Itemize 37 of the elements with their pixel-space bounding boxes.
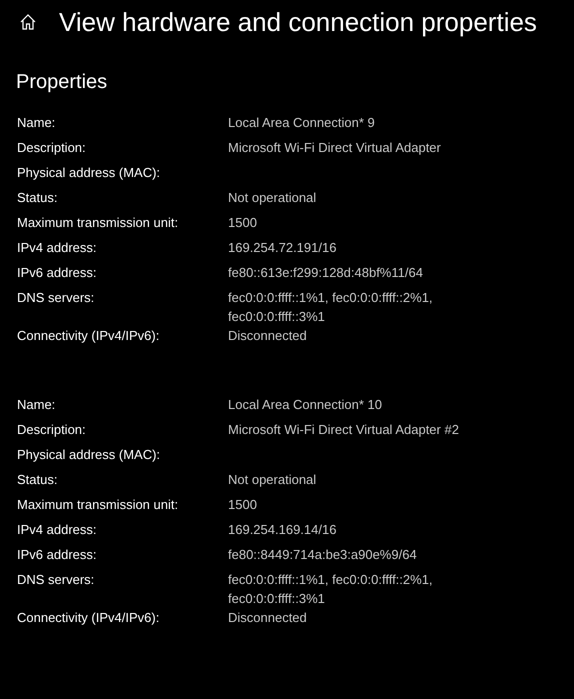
property-label: Physical address (MAC): xyxy=(17,446,162,464)
property-label: Name: xyxy=(17,396,56,414)
property-value: Not operational xyxy=(228,189,318,207)
property-value: Microsoft Wi-Fi Direct Virtual Adapter xyxy=(228,139,442,157)
property-label: Maximum transmission unit: xyxy=(17,496,180,514)
property-value: Microsoft Wi-Fi Direct Virtual Adapter #2 xyxy=(228,421,460,439)
property-label: Name: xyxy=(17,114,56,132)
property-value: 1500 xyxy=(228,214,258,232)
property-label: Connectivity (IPv4/IPv6): xyxy=(17,327,160,345)
property-label: IPv4 address: xyxy=(17,521,98,539)
property-value: Local Area Connection* 10 xyxy=(228,396,383,414)
property-value: Local Area Connection* 9 xyxy=(228,114,376,132)
property-value: Not operational xyxy=(228,471,318,489)
property-label: DNS servers: xyxy=(17,289,96,307)
property-value: Disconnected xyxy=(228,327,308,345)
property-value: fec0:0:0:ffff::1%1, fec0:0:0:ffff::2%1, fec0:0:0:ffff::3%1 xyxy=(228,289,434,326)
property-label: Physical address (MAC): xyxy=(17,164,162,182)
property-label: Status: xyxy=(17,471,58,489)
property-value: 169.254.169.14/16 xyxy=(228,521,338,539)
property-label: IPv6 address: xyxy=(17,264,98,282)
property-value: fe80::613e:f299:128d:48bf%11/64 xyxy=(228,264,424,282)
property-label: IPv6 address: xyxy=(17,546,98,564)
property-label: DNS servers: xyxy=(17,571,96,589)
property-value: Disconnected xyxy=(228,609,308,627)
property-label: Maximum transmission unit: xyxy=(17,214,180,232)
property-label: IPv4 address: xyxy=(17,239,98,257)
home-icon[interactable] xyxy=(19,13,37,31)
property-label: Status: xyxy=(17,189,58,207)
property-label: Description: xyxy=(17,139,87,157)
page-title: View hardware and connection properties xyxy=(59,6,537,38)
property-value: fec0:0:0:ffff::1%1, fec0:0:0:ffff::2%1, fec0:0:0:ffff::3%1 xyxy=(228,571,434,608)
section-heading: Properties xyxy=(16,71,108,94)
property-value: fe80::8449:714a:be3:a90e%9/64 xyxy=(228,546,418,564)
property-value: 169.254.72.191/16 xyxy=(228,239,338,257)
property-label: Description: xyxy=(17,421,87,439)
property-value: 1500 xyxy=(228,496,258,514)
property-label: Connectivity (IPv4/IPv6): xyxy=(17,609,160,627)
